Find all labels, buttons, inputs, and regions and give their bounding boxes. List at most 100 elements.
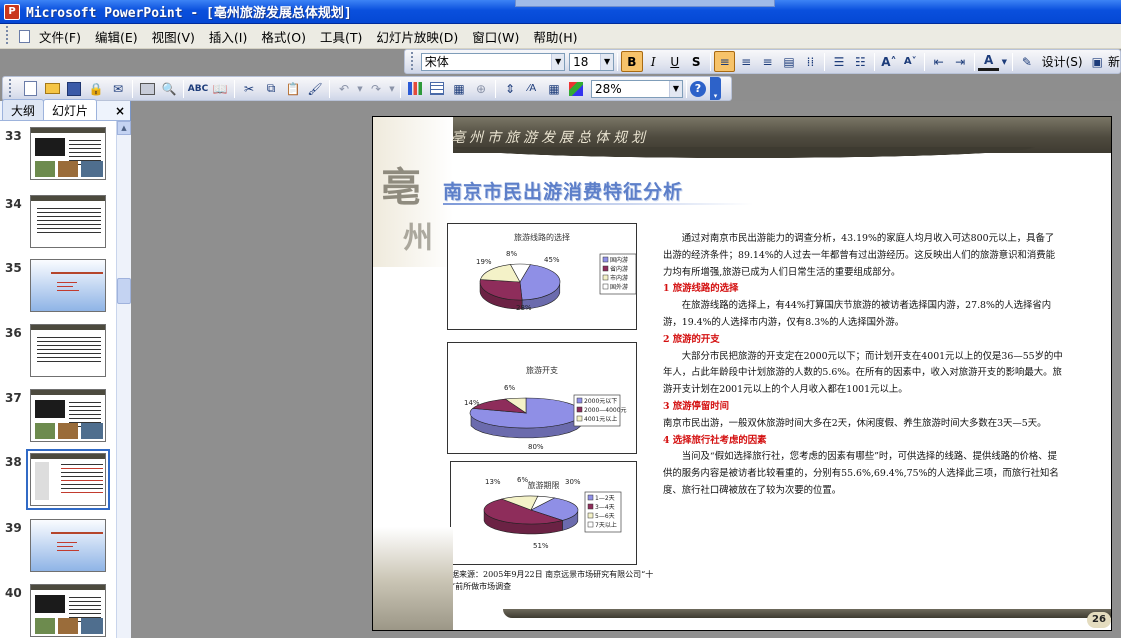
- justify-icon[interactable]: ▤: [778, 51, 799, 72]
- research-icon[interactable]: 📖: [209, 78, 231, 99]
- insert-chart-icon[interactable]: [404, 78, 426, 99]
- spelling-icon[interactable]: ABC: [187, 78, 209, 99]
- slide-thumbnail[interactable]: 39: [0, 519, 116, 577]
- cut-icon[interactable]: ✂: [238, 78, 260, 99]
- slide-thumbnail[interactable]: 35: [0, 259, 116, 317]
- chart-travel-spending[interactable]: 旅游开支 80% 14% 6% 2000元以下 2000—4000元 4001元以上: [447, 342, 637, 454]
- decrease-font-icon[interactable]: A˅: [900, 51, 921, 72]
- numbering-icon[interactable]: ☰: [828, 51, 849, 72]
- undo-icon[interactable]: ↶: [333, 78, 355, 99]
- legend-swatch: [587, 503, 594, 510]
- bold-button[interactable]: B: [621, 51, 643, 72]
- toolbar-grip[interactable]: [5, 78, 15, 99]
- current-slide[interactable]: 亳 州 亳州市旅游发展总体规划 南京市民出游消费特征分析 旅游线路的选择 45%…: [372, 116, 1112, 631]
- pie-chart-svg: 45% 28% 19% 8% 国内游省内游市内游国外游: [476, 250, 637, 312]
- slide-title[interactable]: 南京市民出游消费特征分析: [443, 177, 683, 204]
- chevron-down-icon[interactable]: ▼: [551, 53, 565, 70]
- thumbnail-preview: [30, 389, 106, 442]
- show-formatting-icon[interactable]: ⁄A: [521, 78, 543, 99]
- expand-all-icon[interactable]: ⇕: [499, 78, 521, 99]
- slide-thumbnail[interactable]: 36: [0, 324, 116, 382]
- zoom-value: 28%: [595, 81, 622, 96]
- data-label: 28%: [516, 304, 532, 312]
- scroll-up-icon[interactable]: ▲: [117, 121, 131, 135]
- slide-thumbnail[interactable]: 34: [0, 195, 116, 253]
- tables-borders-icon[interactable]: ▦: [448, 78, 470, 99]
- design-button[interactable]: 设计(S): [1038, 53, 1087, 70]
- insert-hyperlink-icon[interactable]: ⊕: [470, 78, 492, 99]
- body-text[interactable]: 通过对南京市民出游能力的调查分析，43.19%的家庭人均月收入可达800元以上，…: [663, 231, 1063, 500]
- insert-table-icon[interactable]: [426, 78, 448, 99]
- bullets-icon[interactable]: ☷: [850, 51, 871, 72]
- help-icon[interactable]: ?: [690, 80, 706, 97]
- show-grid-icon[interactable]: ▦: [543, 78, 565, 99]
- menu-grip[interactable]: [2, 26, 12, 46]
- increase-indent-icon[interactable]: ⇥: [949, 51, 970, 72]
- copy-icon[interactable]: ⧉: [260, 78, 282, 99]
- menu-window[interactable]: 窗口(W): [465, 25, 526, 48]
- chart-route-choice[interactable]: 旅游线路的选择 45% 28% 19% 8% 国内游 省内游 市内游 国外游: [447, 223, 637, 330]
- menu-slideshow[interactable]: 幻灯片放映(D): [369, 25, 465, 48]
- menu-insert[interactable]: 插入(I): [202, 25, 254, 48]
- print-preview-icon[interactable]: 🔍: [158, 78, 180, 99]
- font-size-combo[interactable]: 18 ▼: [569, 52, 615, 71]
- align-center-icon[interactable]: ≡: [735, 51, 756, 72]
- menu-file[interactable]: 文件(F): [32, 25, 88, 48]
- slide-thumbnail[interactable]: 33: [0, 127, 116, 185]
- panel-scrollbar[interactable]: ▲: [116, 121, 131, 638]
- email-icon[interactable]: ✉: [107, 78, 129, 99]
- menu-tools[interactable]: 工具(T): [313, 25, 369, 48]
- menu-help[interactable]: 帮助(H): [526, 25, 584, 48]
- design-icon[interactable]: ✎: [1016, 51, 1037, 72]
- document-icon[interactable]: [16, 26, 32, 47]
- font-name-combo[interactable]: 宋体 ▼: [420, 52, 566, 71]
- increase-font-icon[interactable]: A˄: [878, 51, 899, 72]
- new-slide-button[interactable]: 新: [1108, 53, 1120, 70]
- distribute-icon[interactable]: ⁞⁞: [800, 51, 821, 72]
- toolbar-options-icon[interactable]: ▾: [710, 77, 721, 100]
- save-icon[interactable]: [63, 78, 85, 99]
- chevron-down-icon[interactable]: ▼: [600, 53, 614, 70]
- tab-slides[interactable]: 幻灯片: [43, 99, 98, 120]
- open-folder-icon[interactable]: [41, 78, 63, 99]
- permission-icon[interactable]: 🔒: [85, 78, 107, 99]
- redo-icon[interactable]: ↷: [365, 78, 387, 99]
- tab-outline[interactable]: 大纲: [2, 99, 45, 120]
- shadow-button[interactable]: S: [685, 51, 706, 72]
- slide-number: 38: [5, 455, 22, 469]
- chevron-down-icon[interactable]: ▼: [387, 78, 397, 99]
- chevron-down-icon[interactable]: ▼: [999, 51, 1009, 72]
- menu-format[interactable]: 格式(O): [254, 25, 313, 48]
- section-text: 在旅游线路的选择上，有44%打算国庆节旅游的被访者选择国内游，27.8%的人选择…: [663, 300, 1052, 328]
- italic-button[interactable]: I: [643, 51, 664, 72]
- decrease-indent-icon[interactable]: ⇤: [928, 51, 949, 72]
- color-grayscale-icon[interactable]: [569, 81, 583, 96]
- menu-view[interactable]: 视图(V): [145, 25, 202, 48]
- new-slide-icon[interactable]: ▣: [1087, 51, 1108, 72]
- print-icon[interactable]: [136, 78, 158, 99]
- slide-thumbnail[interactable]: 38: [0, 449, 116, 511]
- close-icon[interactable]: ×: [115, 104, 125, 118]
- scrollbar-thumb[interactable]: [117, 278, 131, 304]
- zoom-combo[interactable]: 28% ▼: [591, 79, 683, 98]
- chart-travel-duration[interactable]: 旅游期限 30% 51% 13% 6% 1—2天 3—4天 5—6天 7天以上: [450, 461, 637, 565]
- underline-button[interactable]: U: [664, 51, 685, 72]
- font-color-icon[interactable]: A: [977, 53, 1000, 71]
- align-left-icon[interactable]: ≡: [713, 51, 736, 72]
- legend-entry: 4001元以上: [584, 415, 617, 423]
- separator: [400, 79, 401, 98]
- new-document-icon[interactable]: [19, 78, 41, 99]
- format-painter-icon[interactable]: 🖌: [304, 78, 326, 99]
- chevron-down-icon[interactable]: ▼: [669, 80, 682, 97]
- paste-icon[interactable]: 📋: [282, 78, 304, 99]
- slide-thumbnail[interactable]: 40: [0, 584, 116, 638]
- slide-header-title: 亳州市旅游发展总体规划: [451, 130, 649, 146]
- align-right-icon[interactable]: ≡: [757, 51, 778, 72]
- chevron-down-icon[interactable]: ▼: [355, 78, 365, 99]
- slide-thumbnail[interactable]: 37: [0, 389, 116, 447]
- separator: [1012, 52, 1014, 71]
- formatting-toolbar: 宋体 ▼ 18 ▼ B I U S ≡ ≡ ≡ ▤ ⁞⁞ ☰ ☷ A˄ A˅ ⇤ ⇥…: [404, 49, 1121, 74]
- toolbar-grip[interactable]: [407, 51, 417, 72]
- menu-edit[interactable]: 编辑(E): [88, 25, 145, 48]
- powerpoint-icon[interactable]: P: [4, 3, 20, 20]
